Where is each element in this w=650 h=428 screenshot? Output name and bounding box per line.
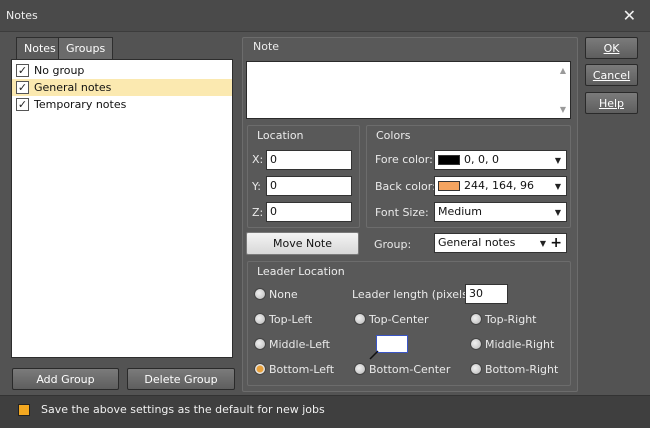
list-item-general-notes[interactable]: ✓ General notes [12, 79, 232, 96]
radio-none[interactable] [254, 288, 266, 300]
radio-top-center[interactable] [354, 313, 366, 325]
group-dropdown[interactable]: General notes ▼ + [434, 233, 567, 253]
ok-button-label: OK [603, 41, 620, 55]
radio-top-center-label: Top-Center [369, 313, 429, 326]
window-title: Notes [6, 9, 38, 22]
group-value: General notes [438, 236, 516, 249]
leader-preview-box [376, 335, 408, 353]
back-color-dropdown[interactable]: 244, 164, 96 ▼ [434, 176, 567, 196]
back-color-swatch [438, 181, 460, 191]
default-settings-label: Save the above settings as the default f… [41, 403, 325, 416]
default-settings-checkbox[interactable] [18, 404, 30, 416]
fore-color-label: Fore color: [375, 153, 433, 166]
location-title: Location [257, 129, 304, 142]
checkbox-icon[interactable]: ✓ [16, 98, 29, 111]
group-label: Group: [374, 238, 412, 251]
leader-length-input[interactable]: 30 [465, 284, 508, 304]
leader-location-title: Leader Location [257, 265, 345, 278]
groups-list[interactable]: ✓ No group ✓ General notes ✓ Temporary n… [11, 59, 233, 358]
ok-button[interactable]: OK [585, 37, 638, 59]
checkbox-icon[interactable]: ✓ [16, 64, 29, 77]
scroll-down-icon[interactable]: ▼ [560, 105, 566, 114]
back-color-value: 244, 164, 96 [464, 179, 534, 192]
z-label: Z: [252, 206, 264, 219]
fore-color-dropdown[interactable]: 0, 0, 0 ▼ [434, 150, 567, 170]
radio-bottom-center[interactable] [354, 363, 366, 375]
chevron-down-icon: ▼ [539, 239, 546, 248]
list-item-label: General notes [34, 81, 112, 94]
leader-length-label: Leader length (pixels): [352, 288, 476, 301]
tab-groups[interactable]: Groups [58, 37, 114, 59]
radio-bottom-center-label: Bottom-Center [369, 363, 451, 376]
fore-color-swatch [438, 155, 460, 165]
list-item-label: No group [34, 64, 85, 77]
radio-top-right[interactable] [470, 313, 482, 325]
radio-middle-left[interactable] [254, 338, 266, 350]
note-text-area[interactable]: ▲ ▼ [246, 61, 571, 119]
scroll-up-icon[interactable]: ▲ [560, 66, 566, 75]
list-item-no-group[interactable]: ✓ No group [12, 62, 232, 79]
list-item-label: Temporary notes [34, 98, 127, 111]
radio-middle-left-label: Middle-Left [269, 338, 330, 351]
radio-none-label: None [269, 288, 298, 301]
radio-top-left[interactable] [254, 313, 266, 325]
font-size-value: Medium [438, 205, 482, 218]
font-size-dropdown[interactable]: Medium ▼ [434, 202, 567, 222]
list-item-temporary-notes[interactable]: ✓ Temporary notes [12, 96, 232, 113]
cancel-button[interactable]: Cancel [585, 64, 638, 86]
radio-bottom-left-label: Bottom-Left [269, 363, 335, 376]
colors-title: Colors [376, 129, 411, 142]
chevron-down-icon: ▼ [554, 156, 561, 165]
back-color-label: Back color: [375, 180, 436, 193]
radio-top-right-label: Top-Right [485, 313, 537, 326]
chevron-down-icon: ▼ [554, 182, 561, 191]
z-input[interactable]: 0 [266, 202, 352, 222]
move-note-label: Move Note [272, 237, 333, 250]
x-label: X: [252, 153, 264, 166]
radio-middle-right-label: Middle-Right [485, 338, 555, 351]
cancel-button-label: Cancel [592, 68, 631, 82]
radio-bottom-left[interactable] [254, 363, 266, 375]
fore-color-value: 0, 0, 0 [464, 153, 499, 166]
note-section-title: Note [253, 40, 280, 53]
leader-line-icon [369, 350, 379, 360]
y-input[interactable]: 0 [266, 176, 352, 196]
x-input[interactable]: 0 [266, 150, 352, 170]
add-group-button[interactable]: Add Group [12, 368, 119, 390]
delete-group-button[interactable]: Delete Group [127, 368, 235, 390]
font-size-label: Font Size: [375, 206, 429, 219]
title-bar [0, 0, 650, 32]
chevron-down-icon: ▼ [554, 208, 561, 217]
radio-top-left-label: Top-Left [269, 313, 313, 326]
close-icon[interactable]: ✕ [623, 6, 636, 25]
radio-bottom-right-label: Bottom-Right [485, 363, 559, 376]
add-group-icon[interactable]: + [550, 234, 562, 252]
move-note-button[interactable]: Move Note [246, 232, 359, 255]
radio-middle-right[interactable] [470, 338, 482, 350]
radio-bottom-right[interactable] [470, 363, 482, 375]
checkbox-icon[interactable]: ✓ [16, 81, 29, 94]
help-button-label: Help [598, 96, 625, 110]
y-label: Y: [252, 180, 261, 193]
tab-notes[interactable]: Notes [16, 37, 64, 59]
help-button[interactable]: Help [585, 92, 638, 114]
